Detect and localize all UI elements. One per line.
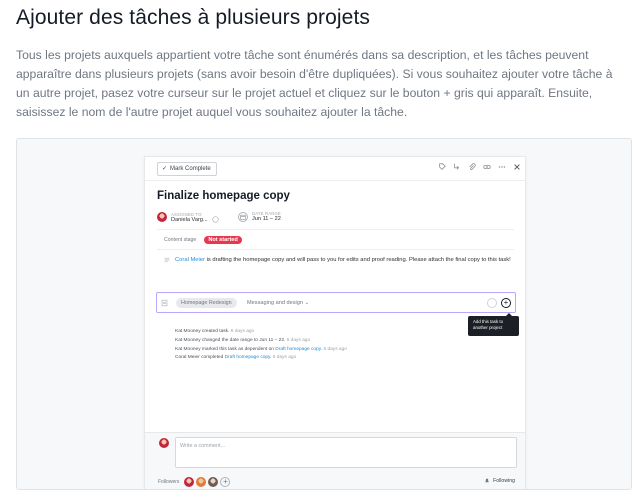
toolbar-icons (438, 163, 521, 171)
comment-input[interactable]: Write a comment... (175, 437, 517, 468)
follower-avatar[interactable] (196, 477, 207, 487)
link-icon[interactable] (483, 163, 491, 171)
following-toggle[interactable]: Following (484, 478, 515, 484)
divider (157, 249, 514, 250)
comment-area: Write a comment... Followers + Following (145, 432, 525, 489)
close-icon[interactable] (513, 163, 521, 171)
project-pill[interactable]: Homepage Redesign (176, 298, 237, 308)
activity-feed: Kat Mooney created task. 6 days ago Kat … (175, 328, 347, 363)
content-stage-label: Content stage (164, 237, 197, 243)
activity-item: Coral Meier completed Draft homepage cop… (175, 355, 297, 361)
assignee-avatar (157, 212, 167, 222)
projects-field[interactable]: Homepage Redesign Messaging and design ⌄… (156, 292, 516, 313)
attach-icon[interactable] (468, 163, 476, 171)
assignee-field[interactable]: ASSIGNED TO Daniela Varg... (157, 211, 219, 223)
follower-avatar[interactable] (208, 477, 219, 487)
clear-assignee-icon[interactable] (211, 216, 219, 223)
user-avatar (159, 438, 169, 448)
description-text: is drafting the homepage copy and will p… (204, 257, 511, 263)
task-link[interactable]: Draft homepage copy (275, 347, 321, 352)
followers-label: Followers (158, 479, 180, 485)
activity-item: Kat Mooney changed the date range to Jun… (175, 337, 311, 343)
mark-complete-button[interactable]: ✓ Mark Complete (157, 162, 217, 176)
description-icon (164, 257, 170, 263)
add-to-project-button[interactable]: + (501, 298, 511, 308)
activity-item: Kat Mooney created task. 6 days ago (175, 329, 255, 334)
add-follower-button[interactable]: + (220, 477, 231, 487)
assignee-name: Daniela Varg... (171, 216, 208, 223)
custom-field-row: Content stage Not started (164, 236, 242, 244)
add-to-project-tooltip: Add this task to another project (468, 313, 519, 336)
followers-row: Followers + (158, 477, 231, 487)
calendar-icon (238, 211, 248, 222)
article-body: Tous les projets auxquels appartient vot… (16, 48, 613, 119)
date-range-value: Jun 11 – 22 (252, 216, 281, 222)
task-link[interactable]: Draft homepage copy (225, 355, 271, 360)
more-icon[interactable] (498, 163, 506, 171)
content-stage-badge[interactable]: Not started (204, 236, 242, 244)
activity-item: Kat Mooney marked this task as dependent… (175, 346, 347, 352)
task-title[interactable]: Finalize homepage copy (157, 190, 290, 202)
screenshot-figure: ✓ Mark Complete Finalize homepage copy A… (16, 138, 632, 490)
tag-icon[interactable] (438, 163, 446, 171)
bell-icon (485, 478, 489, 483)
task-description[interactable]: Coral Meier is drafting the homepage cop… (164, 255, 514, 265)
subtask-icon[interactable] (453, 163, 461, 171)
article-title: Ajouter des tâches à plusieurs projets (16, 6, 370, 29)
mark-complete-label: Mark Complete (170, 166, 211, 172)
task-toolbar: ✓ Mark Complete (145, 157, 525, 181)
divider (157, 229, 514, 230)
pin-icon[interactable] (487, 298, 497, 308)
mention-link[interactable]: Coral Meier (175, 257, 205, 263)
following-label: Following (493, 478, 515, 484)
check-icon: ✓ (162, 166, 168, 172)
date-range-field[interactable]: DATE RANGE Jun 11 – 22 (238, 211, 281, 222)
project-section-dropdown[interactable]: Messaging and design ⌄ (247, 298, 309, 308)
follower-avatar[interactable] (184, 477, 195, 487)
project-icon (161, 299, 168, 307)
